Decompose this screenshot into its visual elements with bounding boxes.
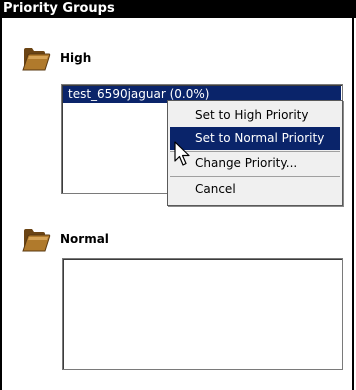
mouse-pointer-icon [174,141,190,166]
group-header-normal: Normal [21,226,109,252]
menu-item-set-high-priority[interactable]: Set to High Priority [170,104,340,127]
group-label-normal: Normal [60,232,109,246]
priority-groups-window: Priority Groups High test_6590jaguar (0.… [0,0,356,390]
context-menu: Set to High Priority Set to Normal Prior… [167,100,343,206]
menu-item-set-normal-priority[interactable]: Set to Normal Priority [170,127,340,150]
group-header-high: High [21,45,91,71]
menu-item-change-priority[interactable]: Change Priority... [170,152,340,175]
group-label-high: High [60,51,92,65]
menu-item-cancel[interactable]: Cancel [170,178,340,201]
window-left-border [0,18,2,390]
normal-priority-list[interactable] [62,258,343,370]
folder-icon [22,229,51,252]
window-title: Priority Groups [0,0,356,18]
folder-icon [22,48,51,71]
menu-separator [170,176,340,177]
window-right-border [352,18,354,390]
